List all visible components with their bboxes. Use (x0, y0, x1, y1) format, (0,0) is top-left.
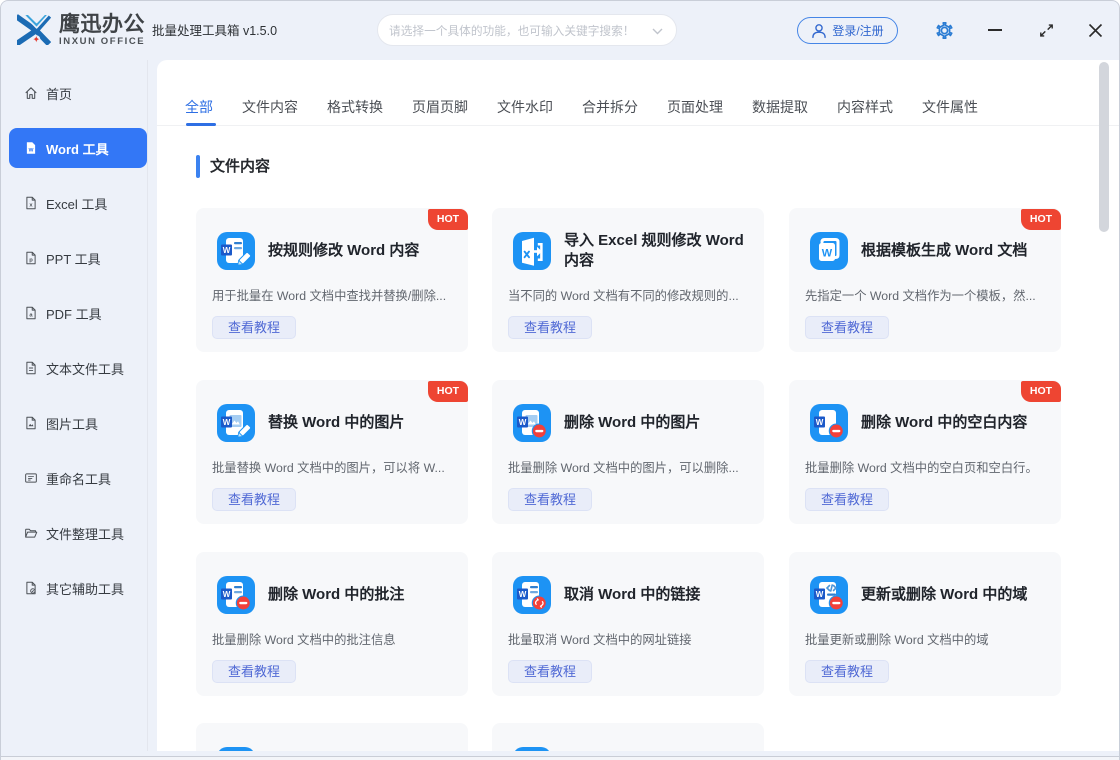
svg-text:W: W (519, 418, 527, 427)
svg-text:W: W (816, 418, 824, 427)
svg-text:W: W (816, 590, 824, 599)
svg-text:W: W (822, 248, 833, 260)
svg-text:W: W (223, 590, 231, 599)
svg-text:p: p (29, 257, 33, 263)
svg-text:w: w (28, 147, 34, 154)
svg-text:a: a (29, 312, 33, 318)
svg-text:W: W (519, 590, 527, 599)
svg-text:W: W (223, 418, 231, 427)
svg-text:W: W (223, 246, 231, 255)
svg-text:x: x (29, 202, 33, 208)
